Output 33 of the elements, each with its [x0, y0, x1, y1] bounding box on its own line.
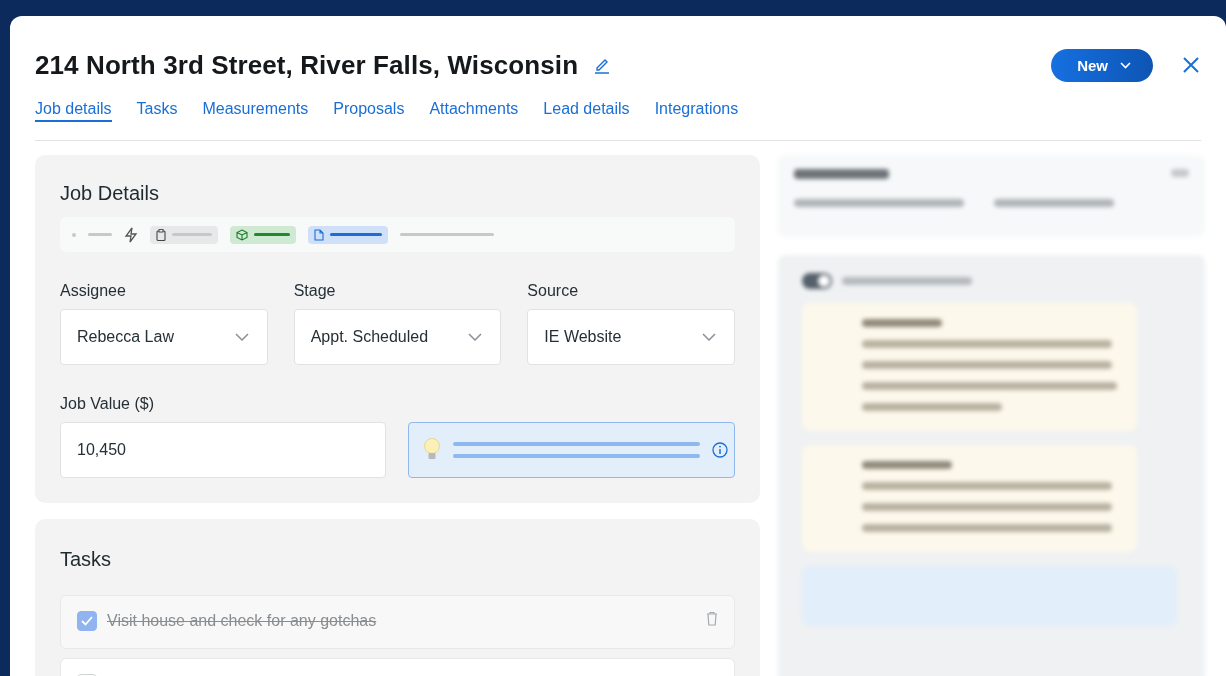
tab[interactable]: Proposals [333, 100, 405, 122]
chevron-down-icon [234, 333, 249, 341]
tab[interactable]: Tasks [136, 100, 178, 122]
chevron-down-icon [702, 333, 716, 341]
tab[interactable]: Measurements [202, 100, 309, 122]
job-address-title: 214 North 3rd Street, River Falls, Wisconsin [35, 49, 579, 81]
tab[interactable]: Integrations [654, 100, 739, 122]
clipboard-icon [156, 228, 166, 241]
dropdown-field[interactable]: Appt. Scheduled [293, 309, 502, 365]
checkmark-icon [81, 616, 93, 626]
close-icon[interactable] [1183, 57, 1199, 73]
field-label: Job Value ($) [60, 395, 155, 413]
field-label: Source [527, 282, 580, 300]
dropdown-field[interactable]: Rebecca Law [60, 309, 268, 365]
job-value-input[interactable]: 10,450 [60, 422, 386, 478]
document-icon [314, 228, 324, 241]
blurred-toggle-switch[interactable] [802, 273, 832, 289]
new-button[interactable]: New [1051, 48, 1153, 82]
section-heading: Job Details [60, 182, 160, 205]
tab[interactable]: Lead details [543, 100, 630, 122]
field-label: Assignee [60, 282, 127, 300]
info-icon[interactable] [712, 442, 728, 458]
tab[interactable]: Job details [35, 100, 112, 122]
tab[interactable]: Attachments [429, 100, 519, 122]
dropdown-field[interactable]: IE Website [527, 309, 735, 365]
cube-icon [236, 228, 248, 241]
field-label: Stage [293, 282, 337, 300]
caret-icon [1120, 61, 1131, 69]
chevron-down-icon [468, 333, 483, 341]
section-heading: Tasks [60, 548, 113, 571]
task-checkbox[interactable] [77, 611, 97, 631]
lightning-icon [124, 226, 138, 243]
task-text: Visit house and check for any gotchas [107, 611, 378, 631]
